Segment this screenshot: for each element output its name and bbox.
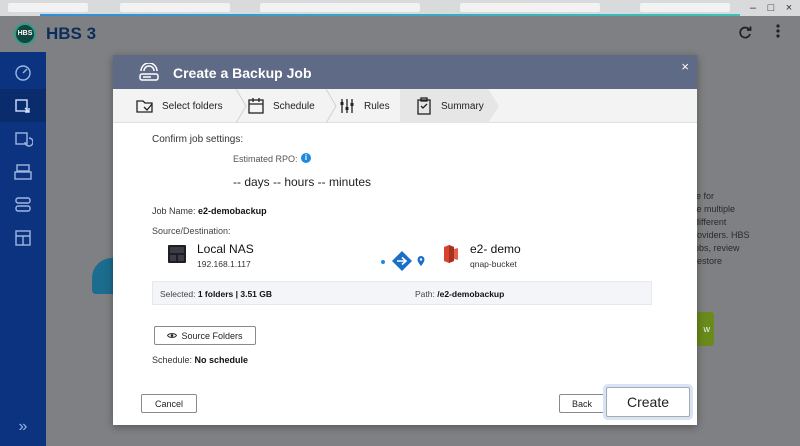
tab-placeholder[interactable]: [640, 3, 730, 12]
dialog-title: Create a Backup Job: [173, 65, 312, 81]
step-label: Summary: [441, 100, 484, 112]
path-summary: Path: /e2-demobackup: [415, 289, 504, 299]
cloud-bucket-icon: [444, 245, 458, 263]
step-rules[interactable]: Rules: [338, 89, 400, 123]
connection-dot: [381, 260, 385, 264]
sidebar: »: [0, 52, 46, 446]
step-summary[interactable]: Summary: [400, 89, 488, 123]
refresh-icon[interactable]: [738, 24, 752, 45]
sidebar-item-restore[interactable]: [0, 155, 46, 188]
app-title: HBS 3: [46, 24, 97, 43]
maximize-icon[interactable]: □: [764, 1, 778, 15]
bg-text-line: le for: [694, 191, 715, 201]
wizard-steps: Select folders Schedule Rules Summary: [113, 89, 697, 123]
selected-summary: Selected: 1 folders | 3.51 GB: [160, 289, 272, 299]
step-chevron: [235, 89, 247, 123]
backup-icon: [15, 98, 30, 113]
backup-job-icon: [139, 63, 159, 81]
path-label: Path:: [415, 289, 435, 299]
job-name-value: e2-demobackup: [198, 206, 267, 216]
create-button[interactable]: Create: [606, 387, 690, 417]
job-name: Job Name: e2-demobackup: [152, 206, 267, 216]
destination-name: e2- demo: [470, 242, 521, 256]
source-folders-label: Source Folders: [181, 330, 243, 341]
tab-placeholder[interactable]: [8, 3, 88, 12]
sliders-icon: [340, 99, 354, 113]
transfer-arrow-icon: [392, 251, 412, 271]
calendar-icon: [248, 98, 264, 114]
source-name: Local NAS: [197, 242, 254, 256]
step-select-folders[interactable]: Select folders: [136, 89, 246, 123]
back-button[interactable]: Back: [559, 394, 605, 413]
path-value: /e2-demobackup: [437, 289, 505, 299]
clipboard-icon: [417, 97, 431, 115]
tab-placeholder[interactable]: [460, 3, 600, 12]
sync-icon: [15, 131, 33, 147]
sidebar-item-storage[interactable]: [0, 188, 46, 221]
storage-icon: [15, 196, 31, 212]
sidebar-collapse-icon[interactable]: »: [0, 418, 46, 436]
app-header: HBS HBS 3: [0, 16, 800, 52]
step-label: Schedule: [273, 100, 315, 112]
close-window-icon[interactable]: ×: [782, 1, 796, 15]
source-folders-button[interactable]: Source Folders: [154, 326, 256, 345]
cancel-button[interactable]: Cancel: [141, 394, 197, 413]
window-controls: – □ ×: [746, 0, 796, 16]
info-icon[interactable]: i: [301, 153, 311, 163]
schedule-label: Schedule:: [152, 355, 193, 365]
source-destination-label: Source/Destination:: [152, 226, 231, 236]
bg-text-line: te multiple: [694, 204, 736, 214]
step-chevron: [325, 89, 337, 123]
hbs-logo: HBS: [14, 23, 36, 45]
rpo-value: -- days -- hours -- minutes: [233, 175, 372, 189]
create-backup-job-dialog: Create a Backup Job × Select folders Sch…: [113, 55, 697, 425]
selected-label: Selected:: [160, 289, 196, 299]
sidebar-item-sync[interactable]: [0, 122, 46, 155]
rpo-label: Estimated RPO:: [233, 154, 298, 164]
step-label: Rules: [364, 100, 390, 112]
eye-icon: [167, 333, 178, 338]
confirm-heading: Confirm job settings:: [152, 134, 244, 145]
selected-value: 1 folders | 3.51 GB: [197, 289, 273, 299]
background-description: le for te multiple different roviders. H…: [694, 190, 764, 268]
job-name-label: Job Name:: [152, 206, 196, 216]
destination-bucket: qnap-bucket: [470, 259, 517, 269]
kebab-menu-icon[interactable]: [776, 22, 780, 43]
bg-text-line: obs, review: [694, 243, 740, 253]
nas-device-icon: [168, 245, 186, 263]
sidebar-item-services[interactable]: [0, 221, 46, 254]
dialog-header: Create a Backup Job ×: [113, 55, 697, 89]
restore-icon: [14, 163, 32, 180]
selection-info-box: Selected: 1 folders | 3.51 GB Path: /e2-…: [152, 281, 652, 305]
schedule-summary: Schedule: No schedule: [152, 355, 248, 365]
minimize-icon[interactable]: –: [746, 1, 760, 15]
sidebar-item-backup[interactable]: [0, 89, 46, 122]
location-pin-icon: [417, 256, 425, 266]
tab-placeholder[interactable]: [260, 3, 420, 12]
schedule-value: No schedule: [194, 355, 249, 365]
services-icon: [15, 229, 31, 246]
background-green-button: w: [694, 312, 714, 346]
step-label: Select folders: [162, 100, 223, 112]
step-chevron: [488, 89, 499, 123]
dashboard-icon: [15, 64, 31, 81]
bg-text-line: roviders. HBS: [694, 230, 750, 240]
tab-placeholder[interactable]: [120, 3, 230, 12]
source-ip: 192.168.1.117: [197, 259, 251, 269]
bg-text-line: different: [694, 217, 727, 227]
close-icon[interactable]: ×: [681, 59, 689, 74]
bg-text-line: restore: [694, 256, 723, 266]
sidebar-item-dashboard[interactable]: [0, 56, 46, 89]
folder-check-icon: [136, 100, 153, 113]
